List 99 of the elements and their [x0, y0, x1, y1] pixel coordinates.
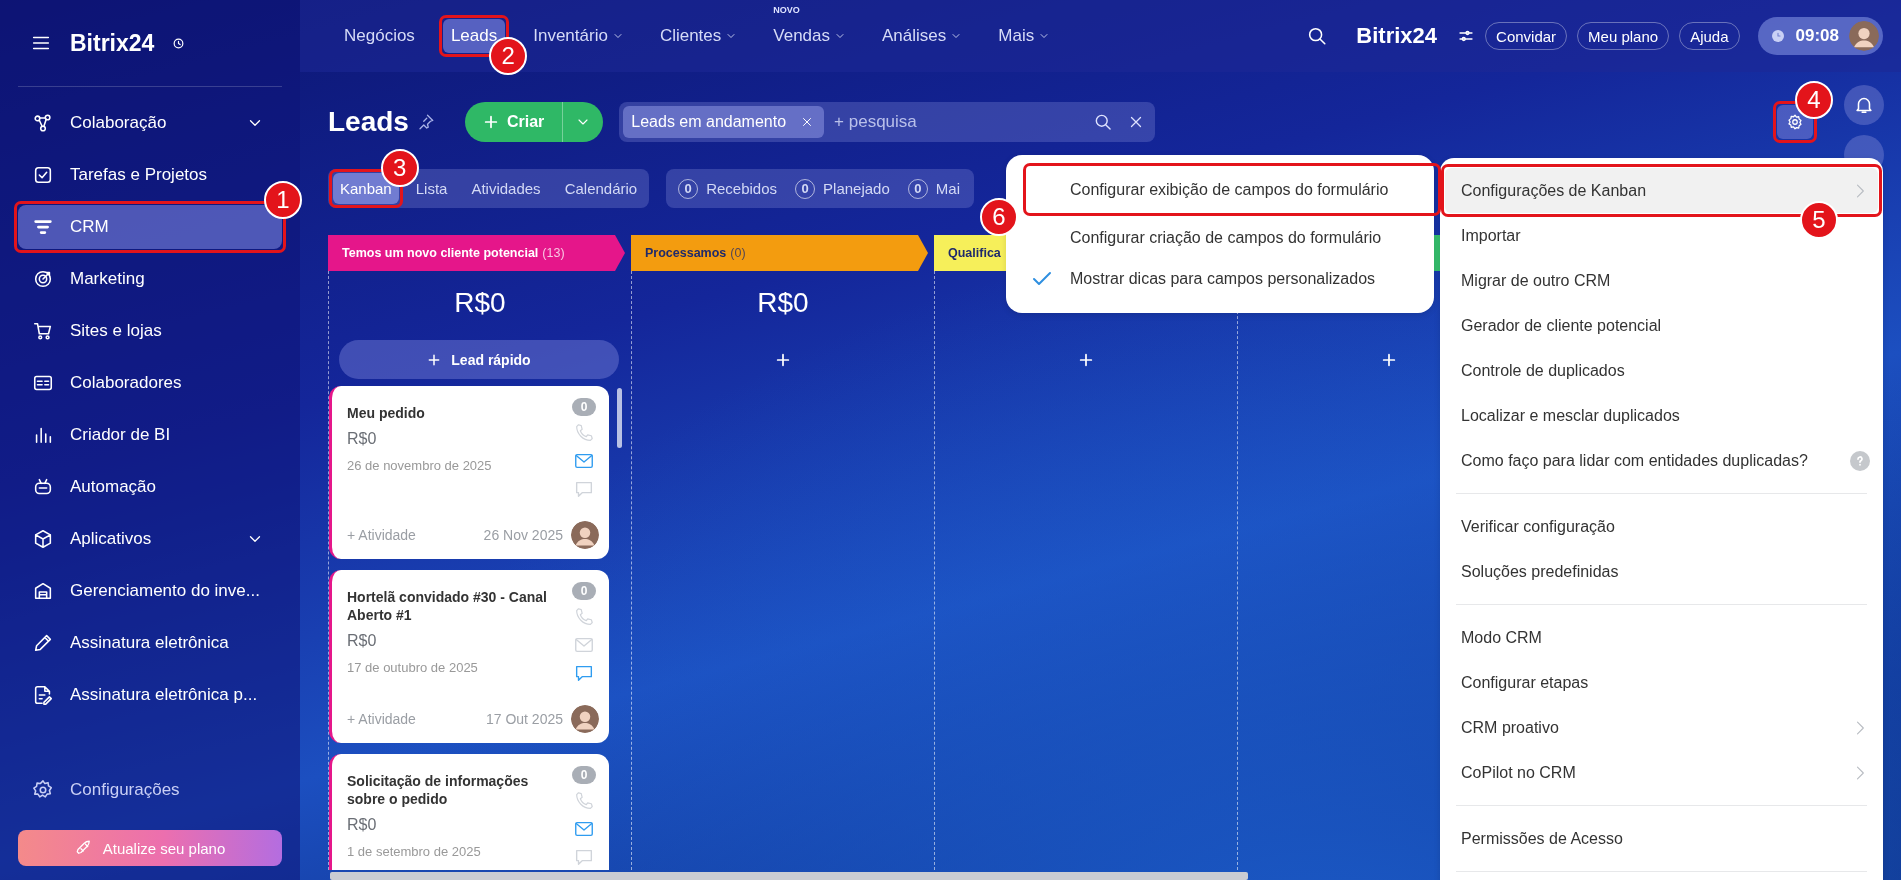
plus-icon	[427, 352, 442, 367]
warehouse-icon	[32, 580, 54, 602]
checkbox-icon	[32, 164, 54, 186]
clock-icon	[172, 36, 186, 50]
nav-tab[interactable]: Análises	[874, 19, 971, 53]
comment-count: 0	[572, 398, 596, 416]
lead-card[interactable]: Solicitação de informações sobre o pedido R$0 1 de setembro de 2025 0	[329, 754, 609, 870]
time-button[interactable]: 09:08	[1757, 17, 1883, 55]
stage-count: (13)	[542, 246, 565, 260]
menu-item[interactable]: Migrar de outro CRM	[1445, 258, 1878, 303]
stage-title: Temos um novo cliente potencial	[342, 246, 539, 260]
plus-icon	[775, 351, 791, 368]
card-date: 1 de setembro de 2025	[347, 844, 482, 860]
sidebar-item[interactable]: Marketing	[18, 257, 282, 301]
lead-card[interactable]: Hortelã convidado #30 - Canal Aberto #1 R$0 17 de outubro de 2025 0 + Atividade 17 Out 2025	[329, 570, 609, 743]
lead-card[interactable]: Meu pedido R$0 26 de novembro de 2025 0 + Atividade 26 Nov 2025	[329, 386, 609, 559]
nav-tab[interactable]: Inventário	[525, 19, 632, 53]
menu-item[interactable]: Gerador de cliente potencial	[1445, 303, 1878, 348]
menu-item[interactable]: Soluções predefinidas	[1445, 549, 1878, 594]
nav-tab[interactable]: Mais	[990, 19, 1059, 53]
cube-icon	[32, 528, 54, 550]
sidebar-item[interactable]: Sites e lojas	[18, 309, 282, 353]
counter-label[interactable]: Planejado	[823, 180, 890, 197]
plus-icon	[1078, 351, 1094, 368]
card-amount: R$0	[347, 816, 378, 835]
comment-count: 0	[572, 766, 596, 784]
stage-count: (0)	[730, 246, 746, 260]
card-date: 17 Out 2025	[485, 711, 563, 727]
sidebar-item[interactable]: Assinatura eletrônica	[18, 621, 282, 665]
document-pen-icon	[32, 684, 54, 706]
cart-icon	[32, 320, 54, 342]
card-date: 17 de outubro de 2025	[347, 660, 479, 676]
card-amount: R$0	[347, 430, 378, 449]
gear-icon	[1786, 113, 1804, 131]
sidebar-item[interactable]: Aplicativos	[18, 517, 282, 561]
search-field[interactable]: Leads em andamento + pesquisa	[619, 102, 1156, 142]
plus-icon	[1381, 351, 1397, 368]
create-dropdown-button[interactable]	[562, 102, 604, 142]
sidebar-item[interactable]: Assinatura eletrônica p...	[18, 673, 282, 717]
filter-chip[interactable]: Leads em andamento	[623, 106, 825, 138]
quick-lead-button[interactable]: Lead rápido	[339, 340, 619, 379]
logo: Bitrix24	[70, 29, 155, 57]
submenu-item[interactable]: Configurar exibição de campos do formulário	[1030, 169, 1434, 210]
stage-title: Qualifica	[948, 246, 1001, 260]
sidebar-item[interactable]: Gerenciamento do inve...	[18, 569, 282, 613]
page-title: Leads	[328, 106, 409, 138]
nav-tab[interactable]: Clientes	[651, 19, 746, 53]
card-date: 26 de novembro de 2025	[347, 458, 493, 474]
vertical-scrollbar[interactable]	[617, 388, 622, 448]
comment-count: 0	[572, 582, 596, 600]
brand-name: Bitrix24	[1356, 23, 1438, 49]
nav-tab[interactable]: Negócios	[336, 19, 423, 53]
search-icon	[1093, 112, 1114, 132]
phone-icon	[573, 422, 595, 444]
sidebar-item[interactable]: Colaboradores	[18, 361, 282, 405]
horizontal-scrollbar[interactable]	[330, 872, 1248, 880]
clock-icon	[1769, 28, 1786, 44]
phone-icon	[573, 790, 595, 812]
nodes-icon	[32, 112, 54, 134]
menu-item[interactable]: Controle de duplicados	[1445, 348, 1878, 393]
card-title: Meu pedido	[347, 404, 426, 423]
stage-title: Processamos	[645, 246, 727, 260]
card-amount: R$0	[347, 632, 378, 651]
user-avatar	[1849, 21, 1879, 51]
phone-icon	[573, 606, 595, 628]
menu-item[interactable]: CRM proativo	[1445, 705, 1878, 750]
submenu-item[interactable]: Mostrar dicas para campos personalizados	[1030, 258, 1434, 299]
menu-item[interactable]: Localizar e mesclar duplicados	[1445, 393, 1878, 438]
settings-item[interactable]: Configurações	[18, 768, 282, 812]
pin-icon	[416, 113, 435, 131]
menu-item[interactable]: Configurar etapas	[1445, 660, 1878, 705]
sidebar-item[interactable]: Automação	[18, 465, 282, 509]
sidebar-item[interactable]: Colaboração	[18, 101, 282, 145]
menu-item[interactable]: CoPilot no CRM	[1445, 750, 1878, 795]
submenu-item[interactable]: Configurar criação de campos do formulário	[1030, 217, 1434, 258]
menu-item[interactable]: Verificar configuração	[1445, 504, 1878, 549]
callout-number: 6	[980, 198, 1018, 236]
notifications-button[interactable]	[1843, 85, 1884, 125]
menu-item[interactable]: Como faço para lidar com entidades duplicadas?	[1445, 438, 1878, 483]
gear-icon	[32, 779, 54, 801]
callout-number: 5	[1800, 201, 1838, 239]
user-avatar	[571, 705, 599, 733]
counter-label[interactable]: Mai	[935, 180, 960, 197]
card-title: Hortelã convidado #30 - Canal Aberto #1	[347, 588, 548, 625]
pen-icon	[32, 632, 54, 654]
view-tab[interactable]: Atividades	[464, 173, 548, 204]
counter-label[interactable]: Recebidos	[706, 180, 778, 197]
target-icon	[32, 268, 54, 290]
view-tab[interactable]: Calendário	[557, 173, 645, 204]
new-label: NOVO	[773, 5, 800, 15]
sidebar-item[interactable]: Criador de BI	[18, 413, 282, 457]
user-avatar	[571, 521, 599, 549]
stage-total: R$0	[756, 286, 810, 320]
stage-total: R$0	[453, 286, 507, 320]
plus-icon	[482, 114, 499, 130]
card-date: 26 Nov 2025	[483, 527, 563, 543]
menu-item[interactable]: Modo CRM	[1445, 615, 1878, 660]
card-title: Solicitação de informações sobre o pedido	[347, 772, 530, 809]
menu-item[interactable]: Permissões de Acesso	[1445, 816, 1878, 861]
